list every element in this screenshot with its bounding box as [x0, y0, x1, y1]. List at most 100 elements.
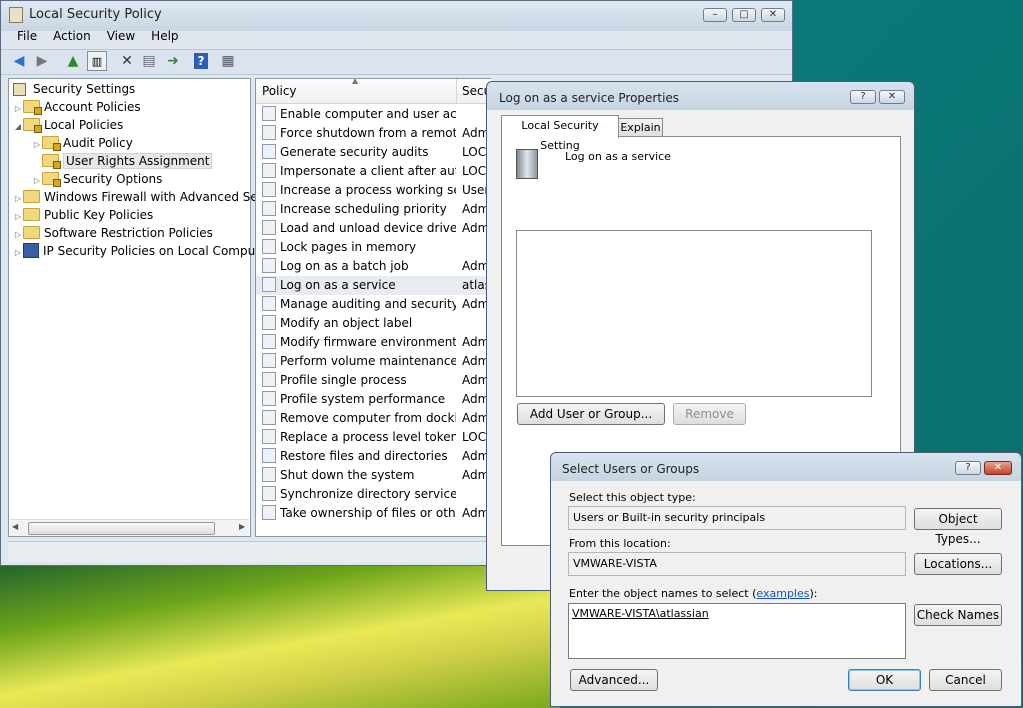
policy-row[interactable]: Manage auditing and security l...Adm	[256, 295, 491, 314]
forward-icon[interactable]: ▶	[32, 51, 52, 71]
show-tree-icon[interactable]: ▥	[87, 51, 107, 71]
policy-name: Log on as a batch job	[280, 259, 409, 273]
tree-item-security-settings[interactable]: Security Settings	[13, 80, 135, 98]
app-icon	[9, 7, 23, 23]
maximize-button[interactable]: □	[732, 8, 756, 22]
security-settings-icon	[13, 83, 26, 96]
ok-button[interactable]: OK	[848, 669, 921, 691]
tree-label: Public Key Policies	[44, 208, 154, 222]
policy-name: Log on as a service	[280, 278, 396, 292]
policy-row[interactable]: Impersonate a client after authe...LOCA	[256, 162, 491, 181]
tree-item-local-policies[interactable]: ◢ Local Policies	[13, 116, 123, 136]
tree-item-software-restriction[interactable]: ▷ Software Restriction Policies	[13, 224, 213, 244]
policy-row[interactable]: Take ownership of files or other...Adm	[256, 504, 491, 523]
remove-button[interactable]: Remove	[673, 403, 746, 425]
object-type-field: Users or Built-in security principals	[568, 506, 906, 530]
properties-icon[interactable]: ▤	[139, 51, 159, 71]
policy-row[interactable]: Modify firmware environment ... Adm	[256, 333, 491, 352]
object-types-button[interactable]: Object Types...	[914, 508, 1002, 546]
folder-lock-icon	[23, 118, 42, 133]
close-button[interactable]: ✕	[761, 8, 785, 22]
policy-name: Remove computer from dockin...	[280, 411, 456, 425]
check-names-button[interactable]: Check Names	[914, 604, 1002, 626]
back-icon[interactable]: ◀	[9, 51, 29, 71]
help-button[interactable]: ?	[955, 461, 981, 475]
dialog-title: Log on as a service Properties	[499, 91, 680, 105]
policy-row[interactable]: Restore files and directories Adm	[256, 447, 491, 466]
policy-row[interactable]: Profile system performance Adm	[256, 390, 491, 409]
examples-link[interactable]: examples	[756, 587, 809, 600]
object-type-label: Select this object type:	[569, 491, 696, 504]
policy-row[interactable]: Log on as a service atlas	[256, 276, 491, 295]
help-button[interactable]: ?	[850, 90, 876, 104]
policy-row[interactable]: Profile single process Adm	[256, 371, 491, 390]
tree-label: IP Security Policies on Local Compute	[43, 244, 268, 258]
policy-row[interactable]: Force shutdown from a remote ...Adm	[256, 124, 491, 143]
select-users-or-groups-dialog: Select Users or Groups ? ✕ Select this o…	[550, 452, 1022, 707]
tab-explain[interactable]: Explain	[618, 118, 663, 137]
menu-help[interactable]: Help	[143, 26, 186, 46]
policy-name: Impersonate a client after authe...	[280, 164, 456, 178]
close-button[interactable]: ✕	[879, 90, 905, 104]
console-icon[interactable]: ▦	[218, 51, 238, 71]
scroll-right-icon[interactable]: ▶	[239, 522, 245, 531]
tree-item-audit-policy[interactable]: ▷ Audit Policy	[32, 134, 133, 154]
tree-horizontal-scrollbar[interactable]: ◀ ▶	[10, 519, 249, 536]
label-text: ):	[809, 587, 818, 600]
locations-button[interactable]: Locations...	[914, 553, 1002, 575]
policy-name: Synchronize directory service d...	[280, 487, 456, 501]
scroll-left-icon[interactable]: ◀	[12, 522, 18, 531]
policy-icon	[262, 201, 276, 216]
delete-icon[interactable]: ✕	[117, 51, 137, 71]
help-icon[interactable]: ?	[194, 53, 208, 69]
tree-item-user-rights-assignment[interactable]: User Rights Assignment	[32, 152, 213, 170]
minimize-button[interactable]: –	[703, 8, 727, 22]
column-header-policy[interactable]: Policy	[262, 84, 297, 98]
tree-item-account-policies[interactable]: ▷ Account Policies	[13, 98, 141, 118]
policy-row[interactable]: Synchronize directory service d...	[256, 485, 491, 504]
sort-ascending-icon: ▲	[352, 78, 359, 85]
policy-icon	[262, 391, 276, 406]
policy-row[interactable]: Increase a process working setUsers	[256, 181, 491, 200]
policy-name: Lock pages in memory	[280, 240, 417, 254]
object-names-textarea[interactable]: VMWARE-VISTA\atlassian	[568, 603, 906, 659]
desktop-wallpaper	[0, 560, 560, 708]
tree-item-public-key-policies[interactable]: ▷ Public Key Policies	[13, 206, 153, 226]
policy-row[interactable]: Load and unload device drivers Adm	[256, 219, 491, 238]
toolbar: ◀ ▶ ▲ ▥ ✕ ▤ ➜ ? ▦	[1, 49, 792, 75]
advanced-button[interactable]: Advanced...	[570, 669, 658, 691]
menu-file[interactable]: File	[9, 26, 45, 46]
policy-row[interactable]: Enable computer and user acco...	[256, 105, 491, 124]
cancel-button[interactable]: Cancel	[929, 669, 1002, 691]
tree-item-ip-security[interactable]: ▷ IP Security Policies on Local Compute	[13, 242, 267, 262]
accounts-list[interactable]	[516, 230, 872, 397]
policy-row[interactable]: Perform volume maintenance t...Adm	[256, 352, 491, 371]
export-icon[interactable]: ➜	[163, 51, 183, 71]
policy-row[interactable]: Lock pages in memory	[256, 238, 491, 257]
scroll-thumb[interactable]	[28, 522, 215, 535]
folder-lock-icon	[42, 136, 61, 151]
expand-arrow-icon[interactable]: ▷	[13, 244, 23, 262]
add-user-or-group-button[interactable]: Add User or Group...	[517, 403, 665, 425]
policy-name: Increase scheduling priority	[280, 202, 447, 216]
tree-item-windows-firewall[interactable]: ▷ Windows Firewall with Advanced Secu	[13, 188, 272, 208]
column-divider[interactable]	[456, 79, 457, 103]
menu-view[interactable]: View	[99, 26, 143, 46]
tree-item-security-options[interactable]: ▷ Security Options	[32, 170, 162, 190]
policy-row[interactable]: Increase scheduling priority Adm	[256, 200, 491, 219]
collapse-arrow-icon[interactable]: ◢	[13, 118, 23, 136]
policy-row[interactable]: Generate security auditsLOCA	[256, 143, 491, 162]
policy-row[interactable]: Remove computer from dockin...Adm	[256, 409, 491, 428]
policy-name: Take ownership of files or other...	[280, 506, 456, 520]
up-folder-icon[interactable]: ▲	[63, 51, 83, 71]
policy-row[interactable]: Log on as a batch job Adm	[256, 257, 491, 276]
menu-action[interactable]: Action	[45, 26, 99, 46]
policy-row[interactable]: Modify an object label	[256, 314, 491, 333]
policy-row[interactable]: Replace a process level tokenLOCA	[256, 428, 491, 447]
policy-icon	[262, 505, 276, 520]
tab-local-security-setting[interactable]: Local Security Setting	[501, 115, 619, 152]
policy-row[interactable]: Shut down the system Adm	[256, 466, 491, 485]
tree-label: Windows Firewall with Advanced Secu	[44, 190, 273, 204]
tree-label: Audit Policy	[63, 136, 133, 150]
close-button[interactable]: ✕	[984, 461, 1012, 475]
